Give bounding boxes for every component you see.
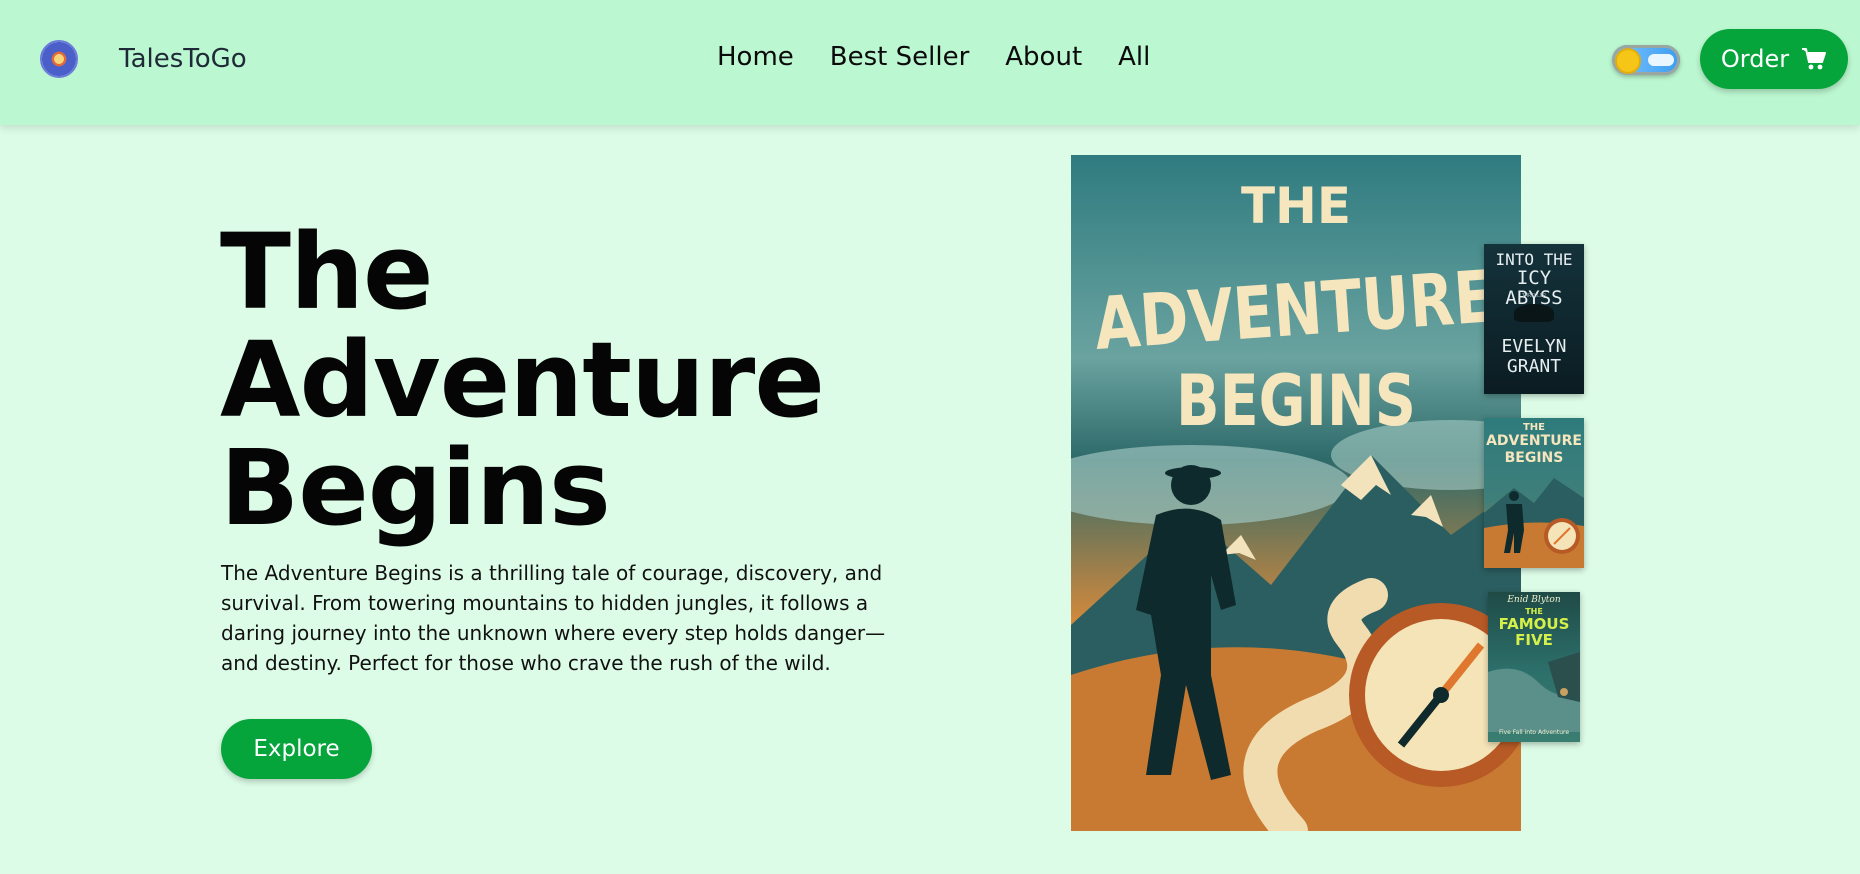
nav-about-link[interactable]: About — [1005, 42, 1082, 72]
nav-best-seller-link[interactable]: Best Seller — [830, 42, 969, 72]
order-label: Order — [1720, 45, 1790, 73]
creature-icon — [1514, 304, 1554, 322]
nav-all-link[interactable]: All — [1118, 42, 1150, 72]
thumbnail-icy-abyss[interactable]: INTO THE ICY ABYSS THRILLER EVELYN GRANT — [1484, 244, 1584, 394]
thumb-author-line: GRANT — [1506, 356, 1562, 377]
main-book-cover: THE ADVENTURE BEGINS — [1071, 155, 1521, 831]
thumbnail-famous-five[interactable]: Enid Blyton THE FAMOUS FIVE Five Fall in… — [1488, 592, 1580, 742]
brand-name[interactable]: TalesToGo — [119, 44, 247, 74]
logo-icon[interactable] — [40, 40, 78, 78]
hero-title-line: The — [220, 211, 434, 333]
cover-illustration: THE ADVENTURE BEGINS — [1071, 177, 1521, 831]
hero-title: The Adventure Begins — [220, 218, 940, 542]
thumb-author-line: EVELYN — [1501, 336, 1567, 357]
cover-title-line-2: ADVENTURE — [1092, 254, 1497, 366]
thumb-title-line: ICY ABYSS — [1505, 267, 1563, 309]
cloud-icon — [1648, 54, 1674, 66]
cliff-illustration — [1488, 652, 1580, 732]
hiker-icon — [1484, 478, 1584, 568]
theme-toggle[interactable] — [1612, 45, 1680, 75]
navbar: TalesToGo Home Best Seller About All Ord… — [0, 0, 1860, 125]
thumb-tag: THRILLER — [1521, 293, 1547, 299]
sun-icon — [1617, 50, 1639, 72]
hero-title-line: Adventure — [220, 319, 825, 441]
hero-description: The Adventure Begins is a thrilling tale… — [221, 561, 886, 675]
cart-icon — [1802, 48, 1827, 70]
hero-title-line: Begins — [220, 427, 611, 549]
order-button[interactable]: Order — [1700, 29, 1848, 89]
main-nav: Home Best Seller About All — [717, 42, 1150, 72]
explore-button[interactable]: Explore — [221, 719, 372, 779]
thumbnail-adventure-begins[interactable]: THE ADVENTURE BEGINS — [1484, 418, 1584, 568]
cover-title-line-3: BEGINS — [1176, 360, 1416, 442]
cover-title-line-1: THE — [1241, 177, 1351, 235]
nav-home-link[interactable]: Home — [717, 42, 794, 72]
thumb-subtitle: Five Fall into Adventure — [1498, 729, 1570, 736]
